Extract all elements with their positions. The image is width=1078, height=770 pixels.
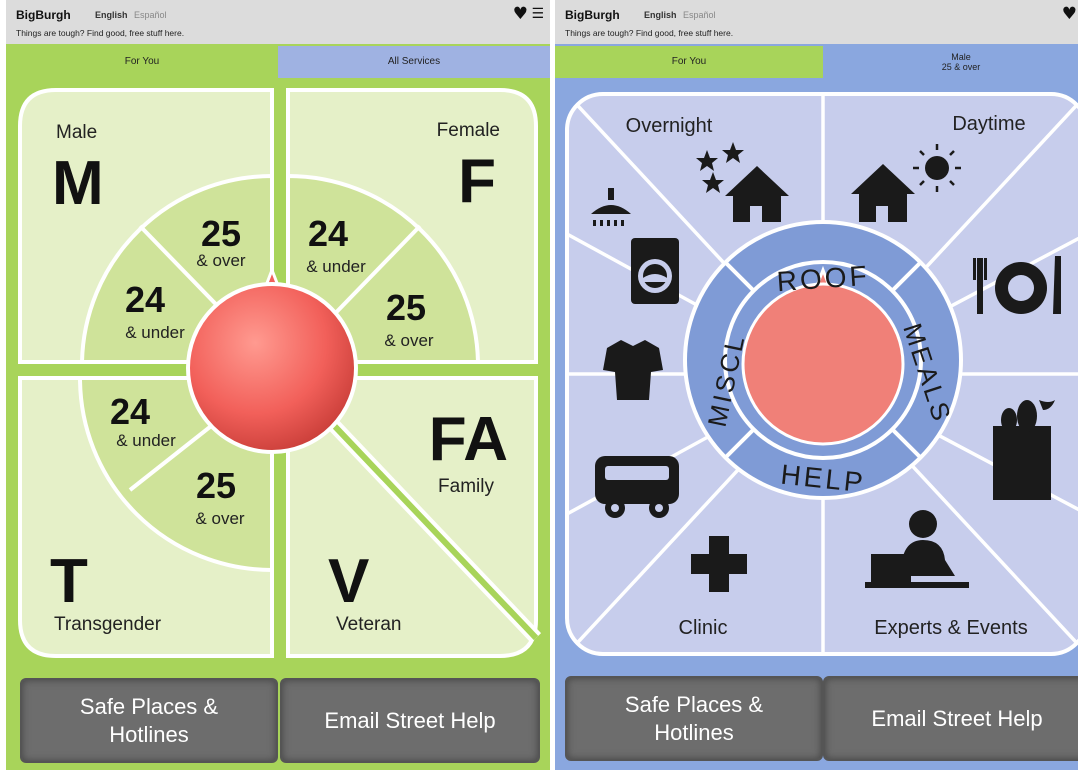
male-25-over-wedge[interactable]: 25 & over [196,213,245,270]
email-help-label: Email Street Help [871,705,1043,731]
washing-machine-icon [631,238,679,304]
experts-events-label[interactable]: Experts & Events [874,617,1027,639]
email-street-help-button[interactable]: Email Street Help [280,678,540,763]
male-label: Male [56,122,97,143]
wedge-number: 24 [308,213,348,254]
female-letter: F [458,147,496,216]
wedge-caption: & under [306,257,366,276]
audience-wheel: Male M Female F T Transgender V Veteran … [18,88,542,658]
wedge-number: 25 [201,213,241,254]
email-street-help-button[interactable]: Email Street Help [823,676,1078,761]
overnight-label[interactable]: Overnight [626,115,713,137]
family-letter: FA [429,405,508,474]
transgender-letter: T [50,547,88,616]
safe-places-line1: Safe Places & [624,691,764,717]
safe-places-button[interactable]: Safe Places & Hotlines [20,678,278,763]
roof-segment[interactable]: ROOF [776,260,871,297]
wedge-number: 24 [110,391,150,432]
wedge-caption: & under [125,323,185,342]
services-wheel: ROOF HELP MEALS MISCL Overnight Daytime … [565,92,1078,656]
wedge-caption: & under [116,431,176,450]
safe-places-line2: Hotlines [109,721,189,747]
for-you-panel: BigBurgh English Español Things are toug… [6,0,550,770]
transgender-label: Transgender [54,614,162,635]
safe-places-line2: Hotlines [654,719,734,745]
wedge-caption: & over [384,331,433,350]
wedge-number: 25 [196,465,236,506]
male-letter: M [52,149,104,218]
safe-places-button[interactable]: Safe Places & Hotlines [565,676,823,761]
center-dial[interactable] [186,282,358,454]
daytime-label[interactable]: Daytime [952,113,1025,135]
clinic-label[interactable]: Clinic [679,617,728,639]
category-panel: BigBurgh English Español Things are toug… [555,0,1078,770]
wedge-caption: & over [195,509,244,528]
safe-places-line1: Safe Places & [79,693,219,719]
email-help-label: Email Street Help [324,707,496,733]
wedge-caption: & over [196,251,245,270]
wedge-number: 24 [125,279,165,320]
veteran-label: Veteran [336,614,402,635]
family-label: Family [438,476,494,497]
female-label: Female [437,120,500,141]
center-dial[interactable] [741,282,905,446]
veteran-letter: V [328,547,369,616]
wedge-number: 25 [386,287,426,328]
